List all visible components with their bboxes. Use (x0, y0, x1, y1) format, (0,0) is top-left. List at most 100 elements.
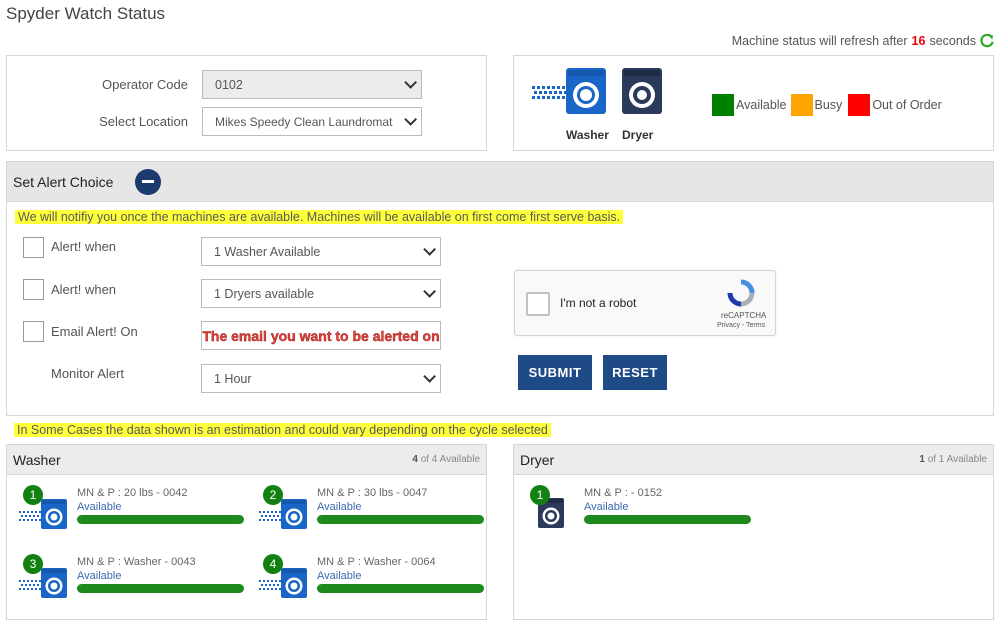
dryer-alert-value: 1 Dryers available (214, 286, 315, 301)
dryer-section: Dryer 1 of 1 Available 1 MN & P : - 0152… (513, 444, 994, 620)
estimate-notice-wrap: In Some Cases the data shown is an estim… (14, 422, 551, 437)
dryer-alert-select[interactable]: 1 Dryers available (201, 279, 441, 308)
washer-section: Washer 4 of 4 Available 1 MN & P : 20 lb… (6, 444, 487, 620)
collapse-icon[interactable] (135, 168, 162, 195)
machine-status: Available (317, 570, 362, 582)
machine-name: MN & P : 30 lbs - 0047 (317, 487, 428, 499)
operator-code-value: 0102 (215, 77, 243, 92)
dryer-legend-icon (622, 68, 662, 114)
machine-status: Available (77, 570, 122, 582)
dryer-machine-1[interactable]: 1 MN & P : - 0152 Available (520, 485, 760, 535)
washer-total-text: of 4 Available (420, 454, 480, 465)
machine-name: MN & P : Washer - 0043 (77, 556, 196, 568)
status-legend: Available Busy Out of Order (712, 94, 942, 116)
washer-alert-label: Alert! when (51, 239, 117, 254)
chevron-down-icon (423, 285, 436, 298)
chevron-down-icon (404, 113, 417, 126)
filters-panel: Operator Code 0102 Select Location Mikes… (6, 55, 487, 151)
machine-number-badge: 4 (263, 554, 283, 574)
alert-header-title: Set Alert Choice (13, 173, 114, 190)
machine-status: Available (317, 501, 362, 513)
operator-code-select[interactable]: 0102 (202, 70, 422, 99)
email-placeholder: The email you want to be alerted on (202, 327, 440, 344)
dryer-section-header: Dryer 1 of 1 Available (514, 445, 993, 475)
dryer-alert-checkbox[interactable] (23, 279, 44, 300)
legend-out-of-order-swatch (848, 94, 871, 116)
recaptcha-label: I'm not a robot (560, 296, 637, 310)
refresh-seconds: 16 (911, 34, 926, 48)
washer-legend-label: Washer (566, 128, 609, 142)
recaptcha-widget: I'm not a robot reCAPTCHA Privacy - Term… (514, 270, 776, 336)
page-title: Spyder Watch Status (6, 4, 166, 23)
machine-number-badge: 2 (263, 485, 283, 505)
refresh-icon[interactable] (980, 34, 994, 48)
machine-name: MN & P : Washer - 0064 (317, 556, 436, 568)
refresh-prefix: Machine status will refresh after (731, 34, 908, 48)
machine-number-badge: 1 (23, 485, 43, 505)
washer-machine-3[interactable]: 3 MN & P : Washer - 0043 Available (13, 554, 253, 604)
machine-status-bar (584, 515, 751, 524)
chevron-down-icon (423, 370, 436, 383)
legend-available-label: Available (736, 98, 787, 112)
dryer-section-title: Dryer (520, 451, 555, 468)
email-input[interactable]: The email you want to be alerted on (201, 321, 441, 350)
location-value: Mikes Speedy Clean Laundromat (215, 114, 393, 129)
washer-available-number: 4 (412, 454, 418, 465)
machine-name: MN & P : - 0152 (584, 487, 663, 499)
washer-section-title: Washer (13, 451, 61, 468)
monitor-alert-value: 1 Hour (214, 371, 252, 386)
alert-notice: We will notifiy you once the machines ar… (15, 210, 624, 224)
estimate-notice: In Some Cases the data shown is an estim… (14, 423, 551, 437)
legend-busy-swatch (790, 94, 813, 116)
dryer-total-text: of 1 Available (927, 454, 987, 465)
recaptcha-logo-icon (727, 279, 755, 307)
location-select[interactable]: Mikes Speedy Clean Laundromat (202, 107, 422, 136)
machine-number-badge: 1 (530, 485, 550, 505)
chevron-down-icon (423, 243, 436, 256)
legend-available-swatch (712, 94, 734, 116)
washer-alert-select[interactable]: 1 Washer Available (201, 237, 441, 266)
legend-out-of-order: Out of Order (848, 94, 942, 116)
machine-status-bar (317, 584, 484, 593)
alert-notice-wrap: We will notifiy you once the machines ar… (15, 209, 624, 224)
legend-out-of-order-label: Out of Order (872, 98, 942, 112)
refresh-notice: Machine status will refresh after 16 sec… (732, 34, 994, 48)
machine-status-bar (317, 515, 484, 524)
submit-button[interactable]: SUBMIT (518, 355, 592, 390)
dryer-alert-label: Alert! when (51, 282, 117, 297)
washer-alert-checkbox[interactable] (23, 237, 44, 258)
operator-code-label: Operator Code (102, 77, 188, 92)
machine-status-bar (77, 515, 244, 524)
machine-status: Available (584, 501, 629, 513)
dryer-availability-count: 1 of 1 Available (919, 454, 987, 465)
recaptcha-checkbox[interactable] (526, 292, 550, 316)
chevron-down-icon (404, 76, 417, 89)
machine-number-badge: 3 (23, 554, 43, 574)
machine-status: Available (77, 501, 122, 513)
legend-available: Available (712, 94, 787, 116)
dryer-legend-label: Dryer (622, 128, 654, 142)
washer-legend-icon (532, 68, 606, 114)
washer-machine-2[interactable]: 2 MN & P : 30 lbs - 0047 Available (253, 485, 493, 535)
refresh-suffix: seconds (929, 34, 976, 48)
legend-busy-label: Busy (814, 98, 843, 112)
email-alert-checkbox[interactable] (23, 321, 44, 342)
washer-alert-value: 1 Washer Available (214, 244, 321, 259)
washer-section-header: Washer 4 of 4 Available (7, 445, 486, 475)
monitor-alert-select[interactable]: 1 Hour (201, 364, 441, 393)
alert-panel-header: Set Alert Choice (7, 162, 993, 202)
email-alert-label: Email Alert! On (51, 324, 138, 339)
alert-panel: Set Alert Choice We will notifiy you onc… (6, 161, 994, 416)
recaptcha-links[interactable]: Privacy - Terms (717, 322, 765, 329)
select-location-label: Select Location (99, 114, 188, 129)
dryer-available-number: 1 (919, 454, 925, 465)
recaptcha-brand: reCAPTCHA (721, 311, 767, 320)
machine-status-bar (77, 584, 244, 593)
washer-machine-4[interactable]: 4 MN & P : Washer - 0064 Available (253, 554, 493, 604)
washer-availability-count: 4 of 4 Available (412, 454, 480, 465)
machine-name: MN & P : 20 lbs - 0042 (77, 487, 188, 499)
washer-machine-1[interactable]: 1 MN & P : 20 lbs - 0042 Available (13, 485, 253, 535)
monitor-alert-label: Monitor Alert (51, 366, 124, 381)
legend-busy: Busy (790, 94, 843, 116)
reset-button[interactable]: RESET (603, 355, 667, 390)
